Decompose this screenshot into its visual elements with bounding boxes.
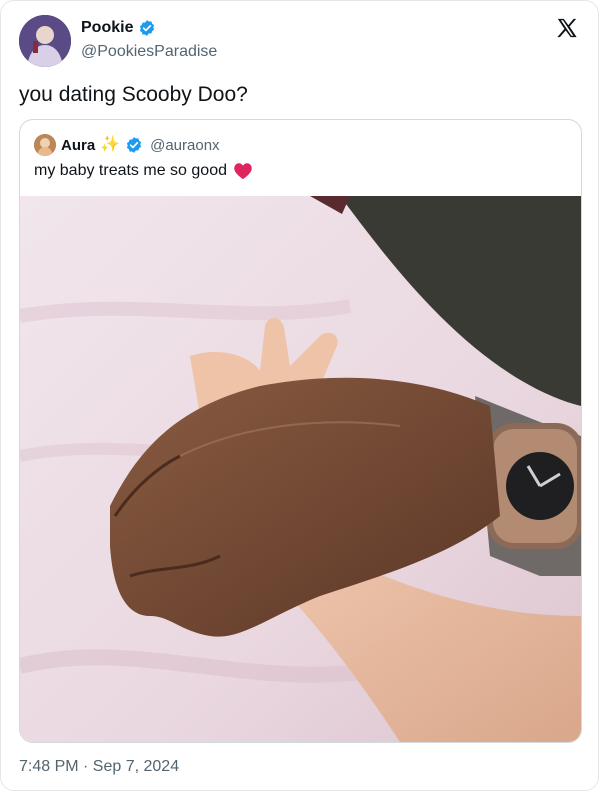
heart-icon bbox=[233, 162, 253, 180]
quoted-author-name[interactable]: Aura bbox=[61, 137, 95, 154]
x-logo-icon[interactable] bbox=[556, 17, 578, 39]
author-handle[interactable]: @PookiesParadise bbox=[81, 43, 217, 61]
sparkle-emoji: ✨ bbox=[100, 136, 121, 153]
author-name-row: Pookie bbox=[81, 19, 156, 37]
quoted-text-row: my baby treats me so good bbox=[34, 162, 253, 180]
verified-badge-icon bbox=[138, 19, 156, 37]
quoted-author-row: Aura ✨ @auraonx bbox=[34, 134, 220, 156]
tweet-timestamp[interactable]: 7:48 PM · Sep 7, 2024 bbox=[19, 758, 179, 776]
quoted-author-avatar[interactable] bbox=[34, 134, 56, 156]
quoted-tweet[interactable]: Aura ✨ @auraonx my baby treats me so goo… bbox=[19, 119, 582, 743]
author-avatar[interactable] bbox=[19, 15, 71, 67]
tweet-card: Pookie @PookiesParadise you dating Scoob… bbox=[0, 0, 599, 791]
tweet-text: you dating Scooby Doo? bbox=[19, 83, 248, 106]
quoted-photo[interactable] bbox=[20, 196, 581, 742]
author-name[interactable]: Pookie bbox=[81, 19, 133, 37]
quoted-author-handle[interactable]: @auraonx bbox=[150, 137, 219, 154]
quoted-verified-badge-icon bbox=[125, 136, 143, 154]
photo-hands-icon bbox=[20, 196, 581, 742]
quoted-text: my baby treats me so good bbox=[34, 162, 227, 179]
